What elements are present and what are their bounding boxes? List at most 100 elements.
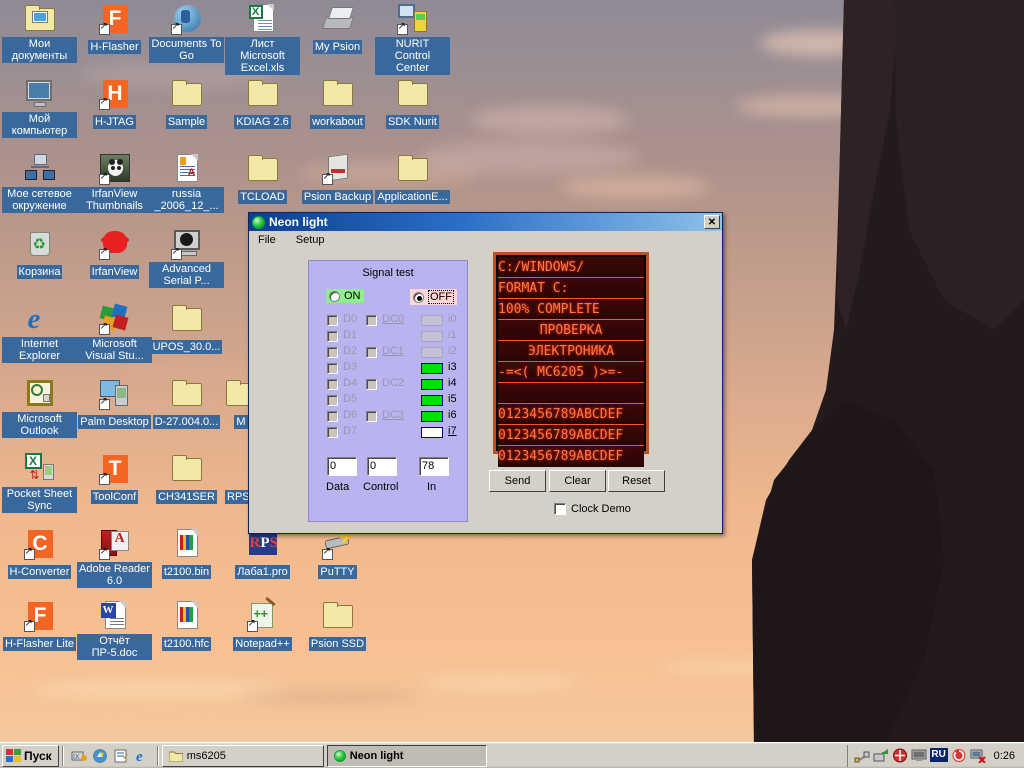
desktop-icon-adobe-reader[interactable]: A Adobe Reader 6.0 bbox=[77, 528, 152, 589]
desktop-icon-irfanview[interactable]: IrfanView bbox=[77, 228, 152, 280]
data-value-field[interactable]: 0 bbox=[327, 457, 357, 476]
h-flasher-icon: F bbox=[98, 3, 131, 35]
desktop-icon-recycle-bin[interactable]: ♻ Корзина bbox=[2, 228, 77, 280]
desktop[interactable]: Мои документы F H-Flasher Documents To G… bbox=[0, 0, 1024, 768]
taskbar[interactable]: Пуск IX e ms6205 Neon light RU 0:26 bbox=[0, 742, 1024, 768]
desktop-icon-kdiag[interactable]: KDIAG 2.6 bbox=[225, 78, 300, 130]
safely-remove-icon[interactable] bbox=[873, 748, 889, 763]
desktop-icon-h-converter[interactable]: C H-Converter bbox=[2, 528, 77, 580]
checkbox-dc1[interactable] bbox=[366, 347, 377, 358]
folder-icon bbox=[322, 78, 354, 110]
desktop-icon-workabout[interactable]: workabout bbox=[300, 78, 375, 130]
send-button[interactable]: Send bbox=[489, 470, 546, 492]
quick-launch-bar[interactable]: IX e bbox=[67, 748, 154, 765]
label-dc2: DC2 bbox=[382, 377, 405, 389]
checkbox-dc3[interactable] bbox=[366, 411, 377, 422]
led-line: 0123456789ABCDEF bbox=[498, 425, 644, 446]
window-menubar[interactable]: File Setup bbox=[249, 231, 722, 248]
start-button[interactable]: Пуск bbox=[2, 744, 59, 767]
notepad-quick-icon[interactable] bbox=[113, 748, 129, 764]
desktop-icon-d27004[interactable]: D-27.004.0... bbox=[149, 378, 224, 430]
desktop-icon-psion-backup[interactable]: Psion Backup bbox=[300, 153, 375, 205]
desktop-icon-documents-to-go[interactable]: Documents To Go bbox=[149, 3, 224, 64]
desktop-icon-my-documents[interactable]: Мои документы bbox=[2, 3, 77, 64]
in-value-field[interactable]: 78 bbox=[419, 457, 449, 476]
window-titlebar[interactable]: Neon light ✕ bbox=[249, 213, 722, 231]
desktop-icon-visual-studio[interactable]: Microsoft Visual Stu... bbox=[77, 303, 152, 364]
neon-light-window[interactable]: Neon light ✕ File Setup Signal test ON O… bbox=[248, 212, 723, 534]
network-disconnected-icon[interactable] bbox=[970, 748, 986, 764]
close-icon[interactable]: ✕ bbox=[704, 215, 720, 229]
desktop-icon-otchet-doc[interactable]: W Отчёт ПР-5.doc bbox=[77, 600, 152, 661]
desktop-icon-toolconf[interactable]: T ToolConf bbox=[77, 453, 152, 505]
internet-explorer-icon[interactable]: e bbox=[134, 748, 150, 765]
desktop-icon-advanced-serial-port[interactable]: Advanced Serial P... bbox=[149, 228, 224, 289]
desktop-icon-pocket-sheet-sync[interactable]: X ⇅ Pocket Sheet Sync bbox=[2, 453, 77, 514]
desktop-icon-irfanview-thumbnails[interactable]: IrfanView Thumbnails bbox=[77, 153, 152, 214]
checkbox-d1[interactable] bbox=[327, 331, 338, 342]
checkbox-d7[interactable] bbox=[327, 427, 338, 438]
desktop-icon-h-flasher[interactable]: F H-Flasher bbox=[77, 3, 152, 55]
desktop-icon-psion-ssd[interactable]: Psion SSD bbox=[300, 600, 375, 652]
checkbox-d5[interactable] bbox=[327, 395, 338, 406]
radio-on[interactable]: ON bbox=[326, 289, 364, 303]
menu-file[interactable]: File bbox=[255, 233, 279, 247]
desktop-icon-nurit-control-center[interactable]: NURIT Control Center bbox=[375, 3, 450, 76]
antivirus-icon[interactable] bbox=[892, 748, 908, 763]
desktop-icon-ch341ser[interactable]: CH341SER bbox=[149, 453, 224, 505]
reset-button[interactable]: Reset bbox=[608, 470, 665, 492]
desktop-icon-t2100-bin[interactable]: t2100.bin bbox=[149, 528, 224, 580]
language-label: RU bbox=[929, 748, 948, 762]
desktop-icon-excel-sheet[interactable]: X Лист Microsoft Excel.xls bbox=[225, 3, 300, 76]
desktop-icon-h-jtag[interactable]: H H-JTAG bbox=[77, 78, 152, 130]
language-indicator[interactable]: RU bbox=[929, 748, 948, 763]
control-value-field[interactable]: 0 bbox=[367, 457, 397, 476]
checkbox-d2[interactable] bbox=[327, 347, 338, 358]
usb-cable-icon[interactable] bbox=[854, 748, 870, 763]
menu-setup[interactable]: Setup bbox=[293, 233, 328, 247]
taskbar-clock[interactable]: 0:26 bbox=[994, 750, 1015, 762]
on-off-radio-group[interactable]: ON OFF bbox=[309, 289, 467, 307]
show-desktop-icon[interactable]: IX bbox=[71, 748, 87, 764]
clock-demo-checkbox[interactable] bbox=[554, 503, 566, 515]
radio-off[interactable]: OFF bbox=[410, 289, 457, 305]
desktop-icon-applicatione[interactable]: ApplicationE... bbox=[375, 153, 450, 205]
desktop-icon-internet-explorer[interactable]: e Internet Explorer bbox=[2, 303, 77, 364]
checkbox-d0[interactable] bbox=[327, 315, 338, 326]
irfanview-quick-icon[interactable] bbox=[92, 748, 108, 764]
led-i1 bbox=[421, 331, 443, 342]
radio-on-dot[interactable] bbox=[329, 290, 340, 302]
checkbox-dc2[interactable] bbox=[366, 379, 377, 390]
checkbox-dc0[interactable] bbox=[366, 315, 377, 326]
desktop-icon-my-psion[interactable]: My Psion bbox=[300, 3, 375, 55]
radio-on-label: ON bbox=[344, 290, 361, 302]
desktop-icon-palm-desktop[interactable]: Palm Desktop bbox=[77, 378, 152, 430]
checkbox-d4[interactable] bbox=[327, 379, 338, 390]
desktop-icon-laba1-pro[interactable]: RPS Лаба1.pro bbox=[225, 528, 300, 580]
my-psion-icon bbox=[321, 3, 354, 35]
desktop-icon-my-computer[interactable]: Мой компьютер bbox=[2, 78, 77, 139]
monitor-icon[interactable] bbox=[911, 748, 927, 763]
icon-label: Лист Microsoft Excel.xls bbox=[225, 37, 300, 75]
clear-button[interactable]: Clear bbox=[549, 470, 606, 492]
checkbox-d6[interactable] bbox=[327, 411, 338, 422]
desktop-icon-putty[interactable]: ⚡ PuTTY bbox=[300, 528, 375, 580]
radio-off-dot[interactable] bbox=[413, 291, 424, 303]
desktop-icon-sdk-nurit[interactable]: SDK Nurit bbox=[375, 78, 450, 130]
taskbar-button-neon-light[interactable]: Neon light bbox=[326, 744, 487, 767]
taskbar-button-label: Neon light bbox=[349, 749, 404, 762]
checkbox-d3[interactable] bbox=[327, 363, 338, 374]
desktop-icon-h-flasher-lite[interactable]: F H-Flasher Lite bbox=[2, 600, 77, 652]
desktop-icon-tcload[interactable]: TCLOAD bbox=[225, 153, 300, 205]
desktop-icon-notepad-plus-plus[interactable]: + + Notepad++ bbox=[225, 596, 300, 652]
system-tray[interactable]: RU 0:26 bbox=[846, 744, 1022, 767]
desktop-icon-sample[interactable]: Sample bbox=[149, 78, 224, 130]
clock-demo-row[interactable]: Clock Demo bbox=[554, 503, 631, 515]
desktop-icon-upos[interactable]: UPOS_30.0... bbox=[149, 303, 224, 355]
desktop-icon-russia-doc[interactable]: A russia _2006_12_... bbox=[149, 153, 224, 214]
sync-icon[interactable] bbox=[951, 748, 967, 763]
desktop-icon-t2100-hfc[interactable]: t2100.hfc bbox=[149, 600, 224, 652]
desktop-icon-microsoft-outlook[interactable]: Microsoft Outlook bbox=[2, 378, 77, 439]
desktop-icon-my-network-places[interactable]: Мое сетевое окружение bbox=[2, 153, 77, 214]
taskbar-button-ms6205[interactable]: ms6205 bbox=[161, 744, 324, 767]
